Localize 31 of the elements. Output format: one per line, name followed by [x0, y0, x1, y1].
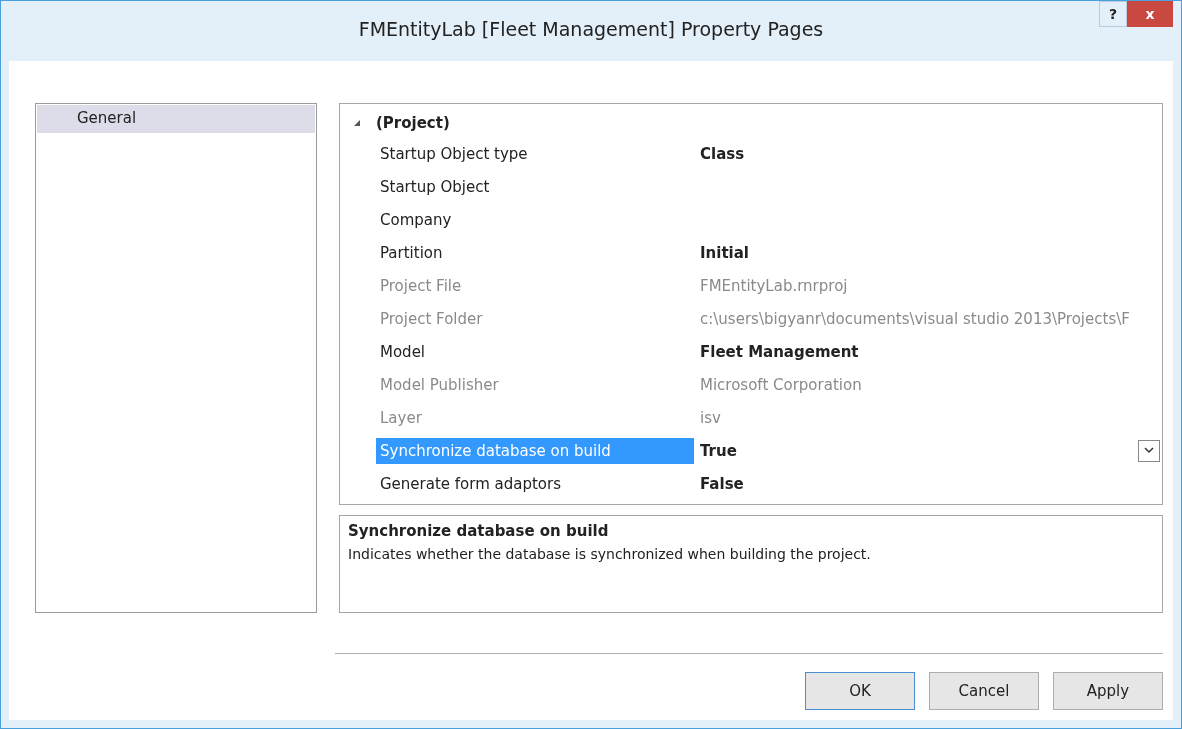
property-value: Initial — [699, 243, 750, 262]
description-text: Indicates whether the database is synchronized when building the project. — [348, 546, 871, 562]
help-button[interactable]: ? — [1099, 1, 1127, 27]
dialog-button[interactable]: Cancel — [929, 672, 1039, 710]
sidebar-item[interactable]: General — [37, 105, 315, 133]
property-name[interactable]: Project Folder — [376, 305, 694, 332]
property-value: Class — [699, 144, 746, 163]
property-name[interactable]: Startup Object type — [376, 140, 694, 167]
property-value: isv — [699, 408, 722, 427]
property-name[interactable]: Layer — [376, 404, 694, 431]
category-label: (Project) — [376, 113, 450, 132]
property-name[interactable]: Model Publisher — [376, 371, 694, 398]
property-value: False — [699, 474, 745, 493]
dialog-button[interactable]: Apply — [1053, 672, 1163, 710]
property-value: c:\users\bigyanr\documents\visual studio 2013\Projects\F — [699, 309, 1131, 328]
window-title: FMEntityLab [Fleet Management] Property Pages — [358, 18, 824, 40]
property-name[interactable]: Startup Object — [376, 173, 694, 200]
property-value: Fleet Management — [699, 342, 860, 361]
dropdown-button[interactable] — [1138, 439, 1160, 462]
property-name[interactable]: Partition — [376, 239, 694, 266]
property-name[interactable]: Generate form adaptors — [376, 470, 694, 497]
property-name[interactable]: Model — [376, 338, 694, 365]
dialog-button[interactable]: OK — [805, 672, 915, 710]
property-value: Microsoft Corporation — [699, 375, 863, 394]
chevron-down-icon — [1144, 447, 1154, 454]
property-name[interactable]: Company — [376, 206, 694, 233]
property-value: True — [699, 441, 738, 460]
description-title: Synchronize database on build — [348, 522, 609, 540]
property-name[interactable]: Project File — [376, 272, 694, 299]
close-button[interactable]: x — [1127, 1, 1173, 27]
property-value: FMEntityLab.rnrproj — [699, 276, 849, 295]
